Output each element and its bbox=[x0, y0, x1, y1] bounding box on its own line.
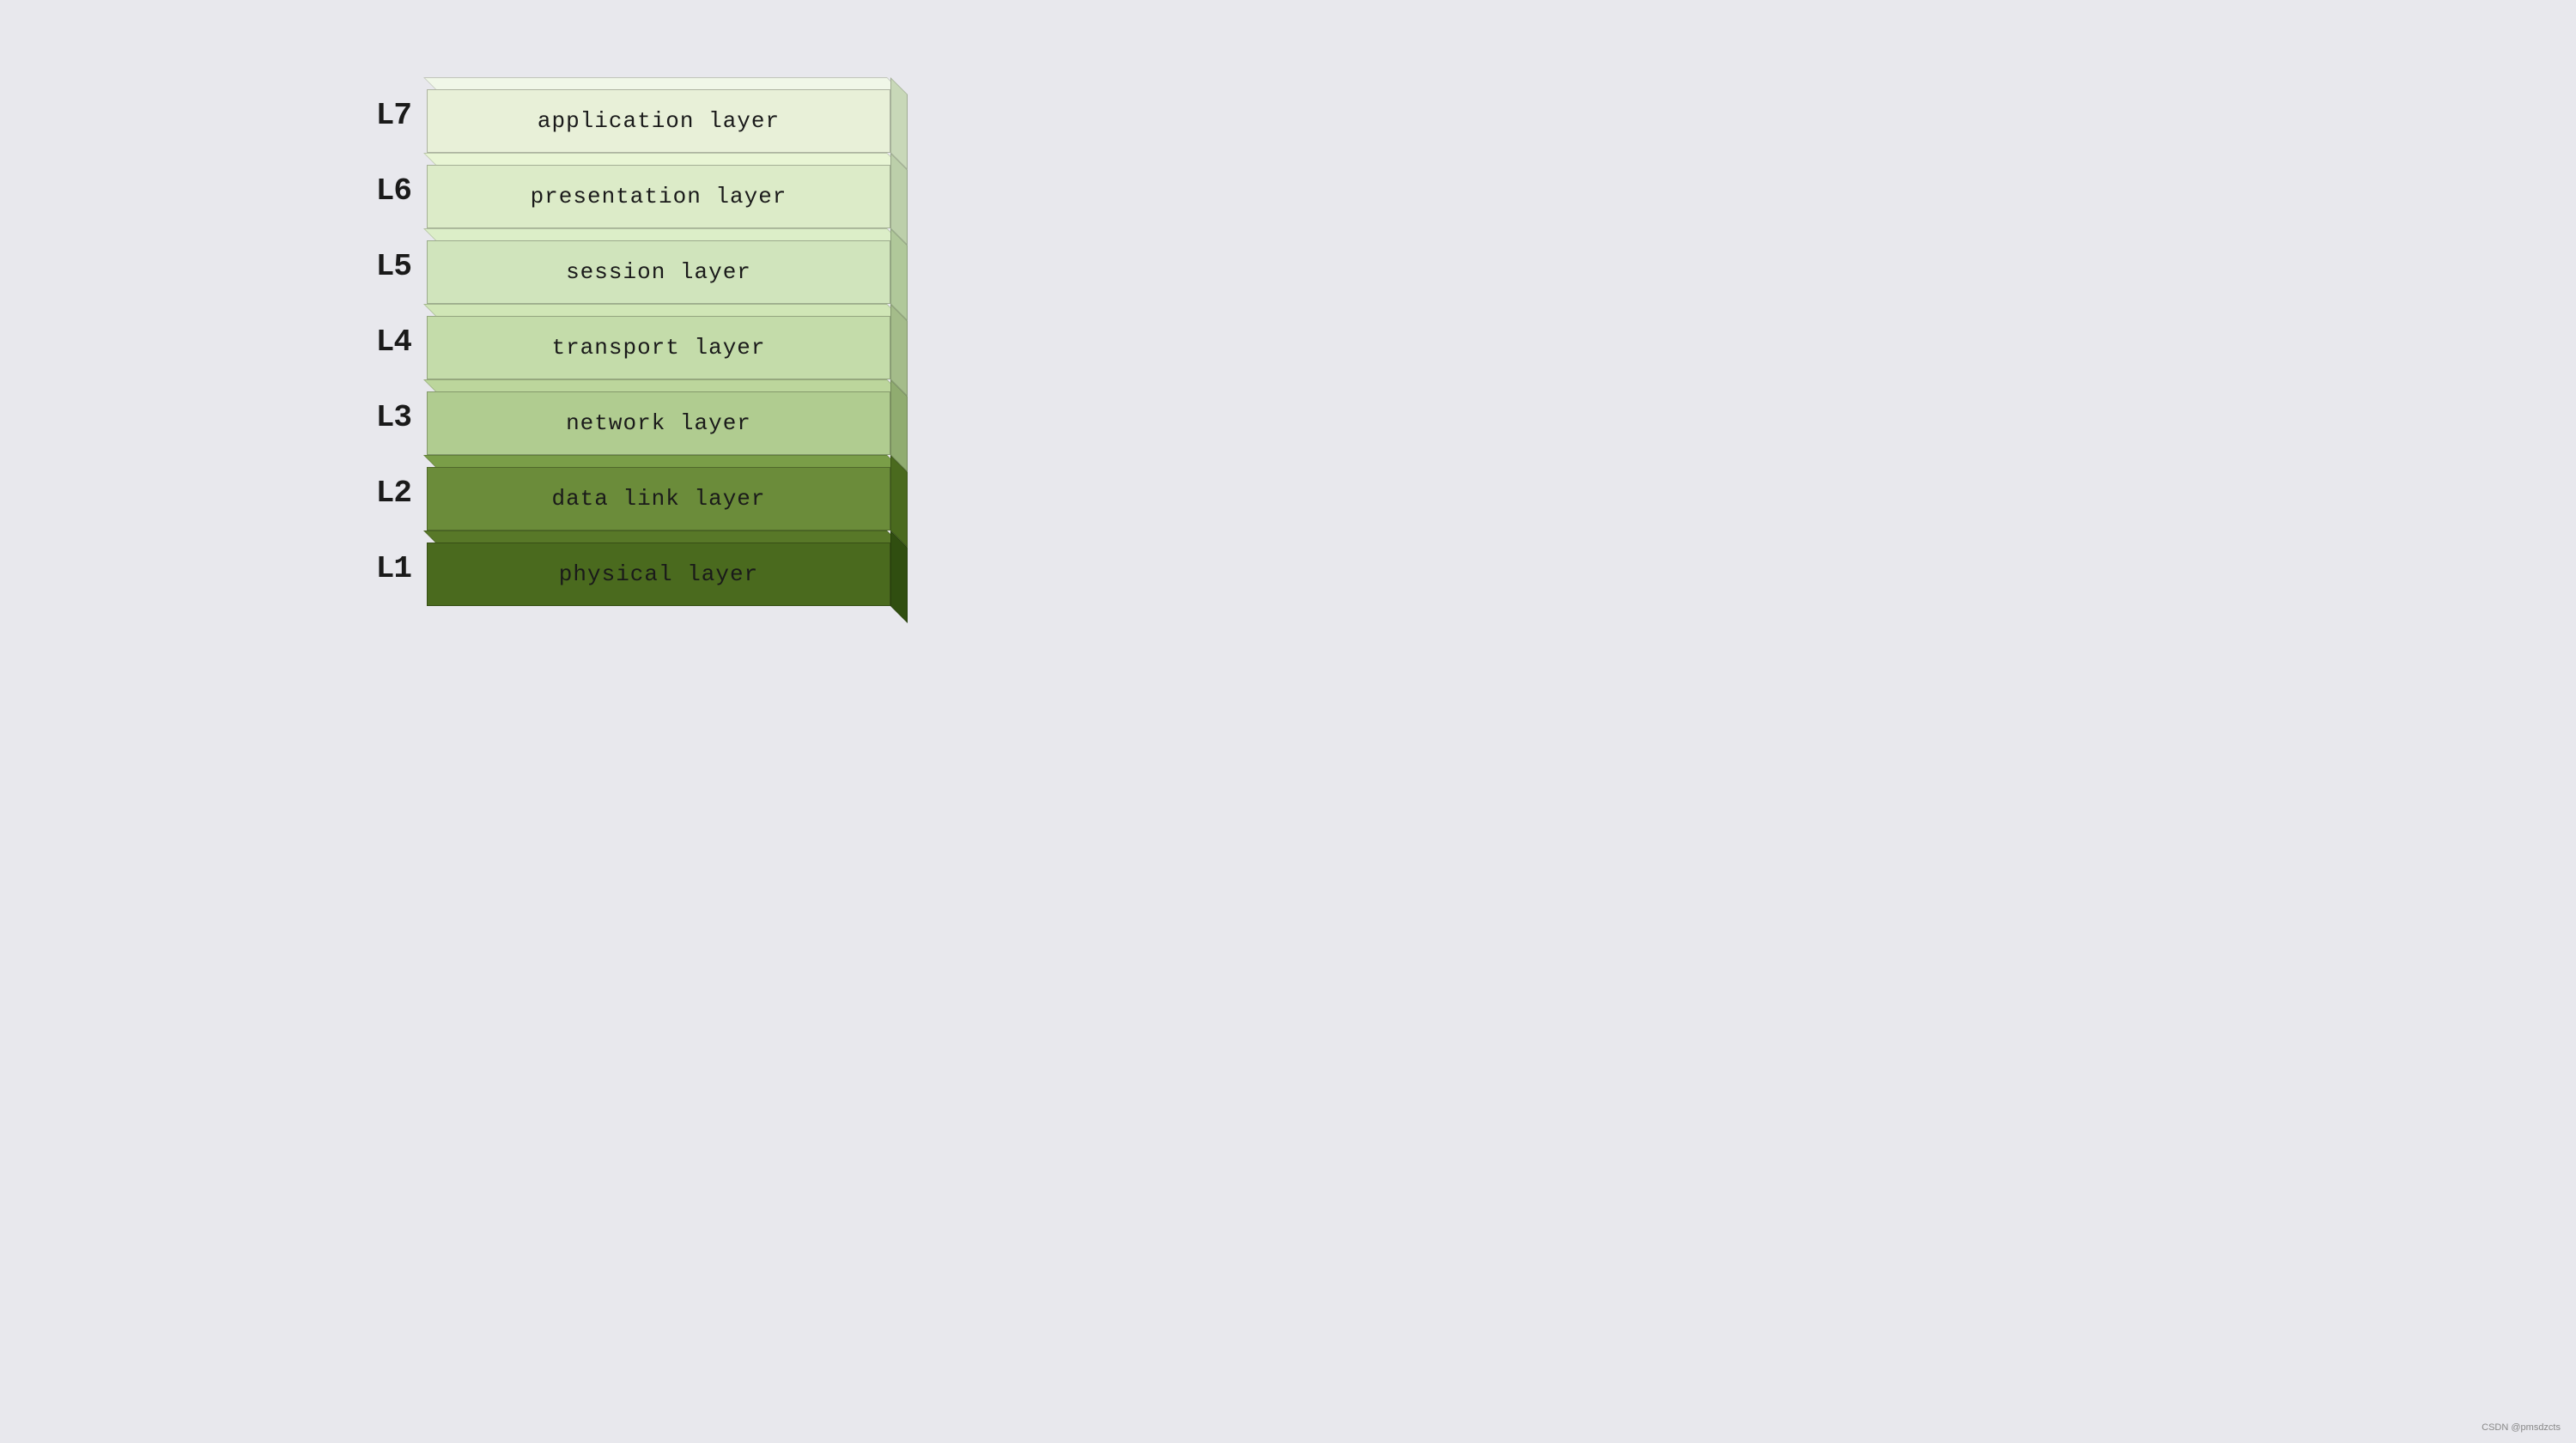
block-text-6: presentation layer bbox=[531, 184, 787, 209]
block-front-4: transport layer bbox=[427, 316, 890, 379]
block-front-3: network layer bbox=[427, 391, 890, 455]
layer-row-3: L3 network layer bbox=[343, 379, 908, 455]
block-text-1: physical layer bbox=[559, 561, 758, 587]
layer-row-4: L4 transport layer bbox=[343, 304, 908, 379]
block-text-3: network layer bbox=[566, 410, 751, 436]
layer-row-6: L6 presentation layer bbox=[343, 153, 908, 228]
block-text-2: data link layer bbox=[551, 486, 765, 512]
layer-label-7: L7 bbox=[343, 98, 411, 133]
block-right-1 bbox=[890, 531, 908, 623]
layer-label-6: L6 bbox=[343, 173, 411, 209]
block-text-5: session layer bbox=[566, 259, 751, 285]
block-front-2: data link layer bbox=[427, 467, 890, 531]
block-front-5: session layer bbox=[427, 240, 890, 304]
block-front-7: application layer bbox=[427, 89, 890, 153]
layer-row-2: L2 data link layer bbox=[343, 455, 908, 531]
osi-diagram: L7application layerL6presentation layerL… bbox=[343, 77, 908, 606]
block-wrapper-5: session layer bbox=[427, 228, 908, 304]
layer-label-3: L3 bbox=[343, 400, 411, 435]
block-wrapper-1: physical layer bbox=[427, 531, 908, 606]
block-front-1: physical layer bbox=[427, 543, 890, 606]
block-wrapper-3: network layer bbox=[427, 379, 908, 455]
block-text-7: application layer bbox=[538, 108, 780, 134]
block-wrapper-7: application layer bbox=[427, 77, 908, 153]
block-wrapper-4: transport layer bbox=[427, 304, 908, 379]
layer-label-2: L2 bbox=[343, 476, 411, 511]
layer-row-7: L7 application layer bbox=[343, 77, 908, 153]
layer-label-1: L1 bbox=[343, 551, 411, 586]
block-wrapper-2: data link layer bbox=[427, 455, 908, 531]
layer-row-1: L1 physical layer bbox=[343, 531, 908, 606]
layer-label-5: L5 bbox=[343, 249, 411, 284]
watermark: CSDN @pmsdzcts bbox=[2482, 1422, 2561, 1433]
block-front-6: presentation layer bbox=[427, 165, 890, 228]
layer-label-4: L4 bbox=[343, 324, 411, 360]
block-wrapper-6: presentation layer bbox=[427, 153, 908, 228]
layer-row-5: L5 session layer bbox=[343, 228, 908, 304]
block-text-4: transport layer bbox=[551, 335, 765, 361]
